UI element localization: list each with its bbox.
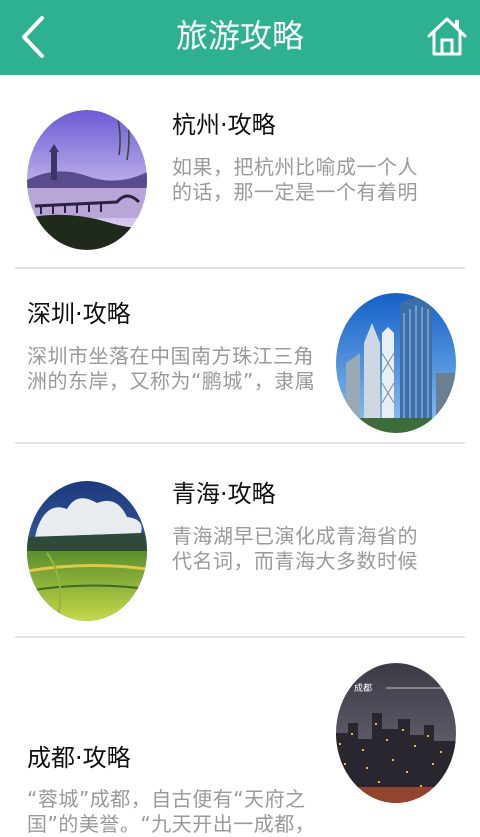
chengdu-image: 成都 [336,663,456,803]
item-description: 如果，把杭州比喻成一个人的话，那一定是一个有着明亮双 [172,155,418,204]
list-item-shenzhen[interactable]: 深圳·攻略 深圳市坐落在中国南方珠江三角洲的东岸，又称为“鹏城”，隶属于中 [0,269,480,444]
item-description: 青海湖早已演化成青海省的代名词，而青海大多数时候都被 [172,524,418,573]
item-description: 深圳市坐落在中国南方珠江三角洲的东岸，又称为“鹏城”，隶属于中 [27,344,316,393]
app-header: 旅游攻略 [0,0,480,75]
item-title: 杭州·攻略 [172,111,276,139]
item-description: “蓉城”成都，自古便有“天府之国”的美誉。“九天开出一成都，万 [27,787,316,836]
home-icon[interactable] [426,14,468,58]
list-item-chengdu[interactable]: 成都 成都·攻略 “蓉城”成都，自古便有“天府之国”的美誉。“九天开出一成都，万 [0,638,480,836]
hangzhou-image [27,110,147,250]
qinghai-image [27,481,147,621]
item-title: 深圳·攻略 [27,300,131,328]
item-title: 成都·攻略 [27,744,131,772]
item-title: 青海·攻略 [172,480,276,508]
guide-list: 杭州·攻略 如果，把杭州比喻成一个人的话，那一定是一个有着明亮双 [0,75,480,836]
page-title: 旅游攻略 [175,17,304,55]
chengdu-caption: 成都 [354,682,372,694]
shenzhen-image [336,293,456,433]
list-item-qinghai[interactable]: 青海·攻略 青海湖早已演化成青海省的代名词，而青海大多数时候都被 [0,444,480,638]
list-item-hangzhou[interactable]: 杭州·攻略 如果，把杭州比喻成一个人的话，那一定是一个有着明亮双 [0,75,480,269]
